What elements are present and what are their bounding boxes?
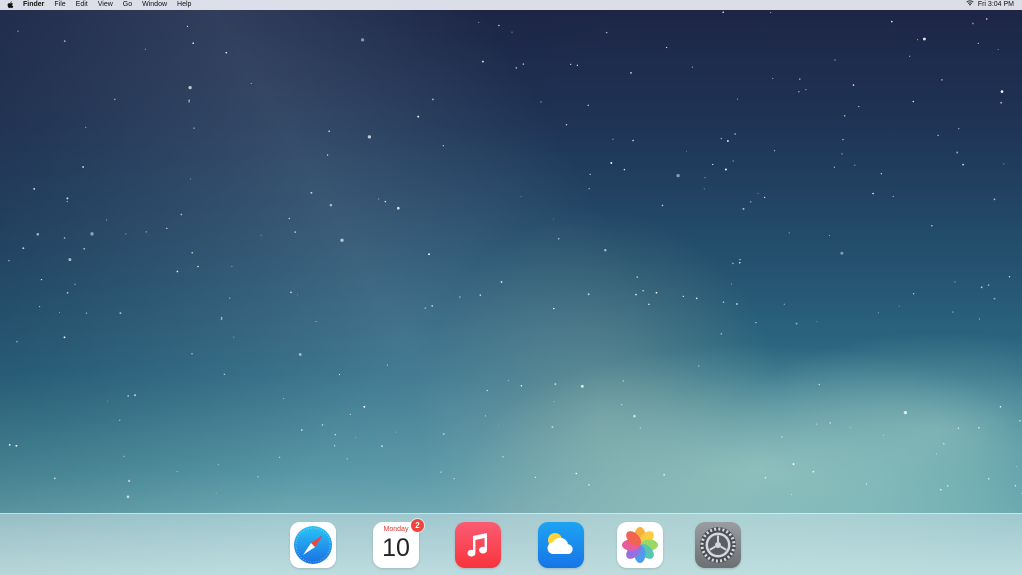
menu-edit[interactable]: Edit	[76, 0, 88, 10]
menu-help[interactable]: Help	[177, 0, 191, 10]
menubar-clock[interactable]: Fri 3:04 PM	[978, 0, 1014, 10]
stars-background	[8, 11, 1022, 499]
menu-finder[interactable]: Finder	[23, 0, 44, 10]
menu-bar: Finder File Edit View Go Window Help Fri…	[0, 0, 1022, 10]
menu-window[interactable]: Window	[142, 0, 167, 10]
dock-app-calendar[interactable]: Monday 10 2	[373, 519, 424, 568]
apple-icon[interactable]	[5, 1, 15, 9]
music-note-icon	[467, 533, 488, 557]
wifi-icon[interactable]	[966, 0, 974, 10]
dock-app-safari[interactable]	[290, 522, 336, 568]
calendar-notification-badge: 2	[411, 519, 424, 532]
dock-app-photos[interactable]	[617, 522, 663, 568]
calendar-date-label: 10	[382, 534, 410, 562]
desktop-wallpaper: Finder File Edit View Go Window Help Fri…	[0, 0, 1022, 575]
dock-app-settings[interactable]	[695, 522, 741, 568]
compass-icon	[290, 522, 336, 568]
menu-view[interactable]: View	[98, 0, 113, 10]
dock-app-weather[interactable]	[538, 522, 584, 568]
photos-flower-icon	[622, 527, 658, 563]
weather-icon	[547, 533, 573, 554]
menu-go[interactable]: Go	[123, 0, 132, 10]
menu-file[interactable]: File	[54, 0, 65, 10]
dock-app-music[interactable]	[455, 522, 501, 568]
gear-icon	[700, 527, 736, 563]
dock: Monday 10 2	[0, 513, 1022, 575]
